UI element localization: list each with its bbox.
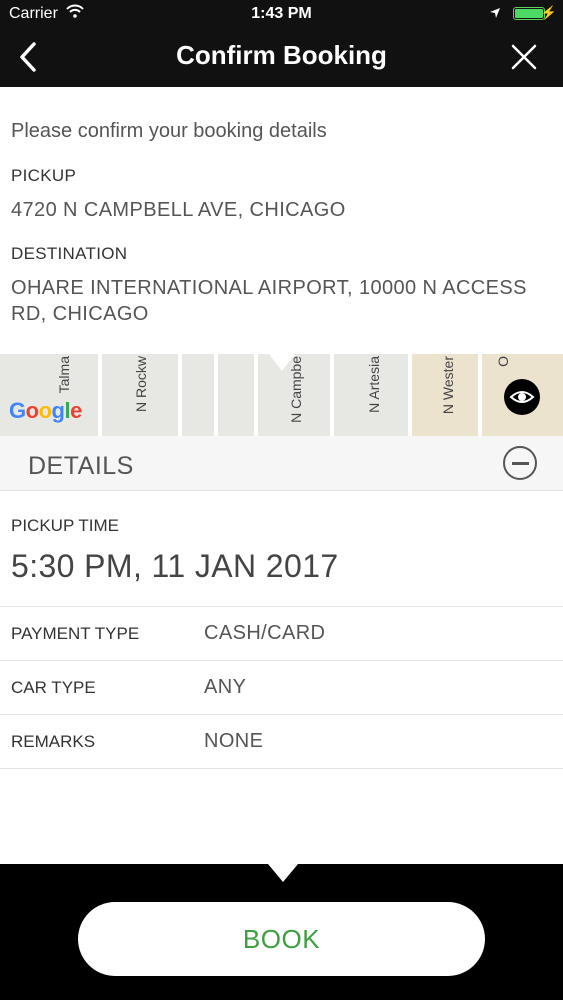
details-title: DETAILS bbox=[28, 452, 134, 480]
street-label: N Artesia bbox=[366, 356, 382, 413]
clock: 1:43 PM bbox=[251, 5, 312, 22]
detail-label: PAYMENT TYPE bbox=[11, 624, 140, 643]
nav-bar: Confirm Booking bbox=[0, 28, 563, 87]
street-label: N Rockw bbox=[133, 356, 149, 413]
detail-row-car-type: CAR TYPE ANY bbox=[0, 660, 563, 715]
footer-pointer bbox=[268, 864, 298, 882]
pickup-label: PICKUP bbox=[11, 166, 77, 185]
detail-label: CAR TYPE bbox=[11, 678, 96, 697]
route-map[interactable]: Talma N Rockw N Campbe N Artesia N Weste… bbox=[0, 354, 563, 436]
status-bar: Carrier 1:43 PM ⚡ bbox=[0, 0, 563, 28]
confirm-prompt: Please confirm your booking details bbox=[11, 120, 327, 142]
detail-value: CASH/CARD bbox=[204, 622, 326, 644]
location-icon bbox=[489, 6, 501, 24]
close-icon[interactable] bbox=[509, 42, 539, 72]
pickup-address: 4720 N CAMPBELL AVE, CHICAGO bbox=[11, 199, 346, 221]
divider bbox=[0, 768, 563, 769]
street-label: O bbox=[495, 356, 511, 367]
detail-value: ANY bbox=[204, 676, 247, 698]
street-label: N Wester bbox=[440, 356, 456, 415]
detail-value: NONE bbox=[204, 730, 264, 752]
detail-row-remarks: REMARKS NONE bbox=[0, 714, 563, 769]
map-area bbox=[410, 354, 563, 436]
detail-label: REMARKS bbox=[11, 732, 96, 751]
page-title: Confirm Booking bbox=[176, 40, 387, 70]
eye-icon[interactable] bbox=[504, 379, 540, 415]
street-label: Talma bbox=[56, 356, 72, 394]
detail-row-payment: PAYMENT TYPE CASH/CARD bbox=[0, 606, 563, 661]
charging-icon: ⚡ bbox=[540, 5, 557, 20]
destination-address: OHARE INTERNATIONAL AIRPORT, 10000 N ACC… bbox=[11, 277, 527, 325]
minus-circle-icon[interactable] bbox=[503, 446, 537, 480]
destination-label: DESTINATION bbox=[11, 244, 128, 263]
pickup-time-label: PICKUP TIME bbox=[11, 516, 120, 535]
map-pointer bbox=[268, 354, 296, 371]
pickup-time-value: 5:30 PM, 11 JAN 2017 bbox=[11, 548, 339, 584]
google-logo: Google bbox=[9, 398, 82, 423]
details-header[interactable]: DETAILS bbox=[0, 436, 563, 491]
book-button[interactable]: BOOK bbox=[78, 902, 485, 976]
